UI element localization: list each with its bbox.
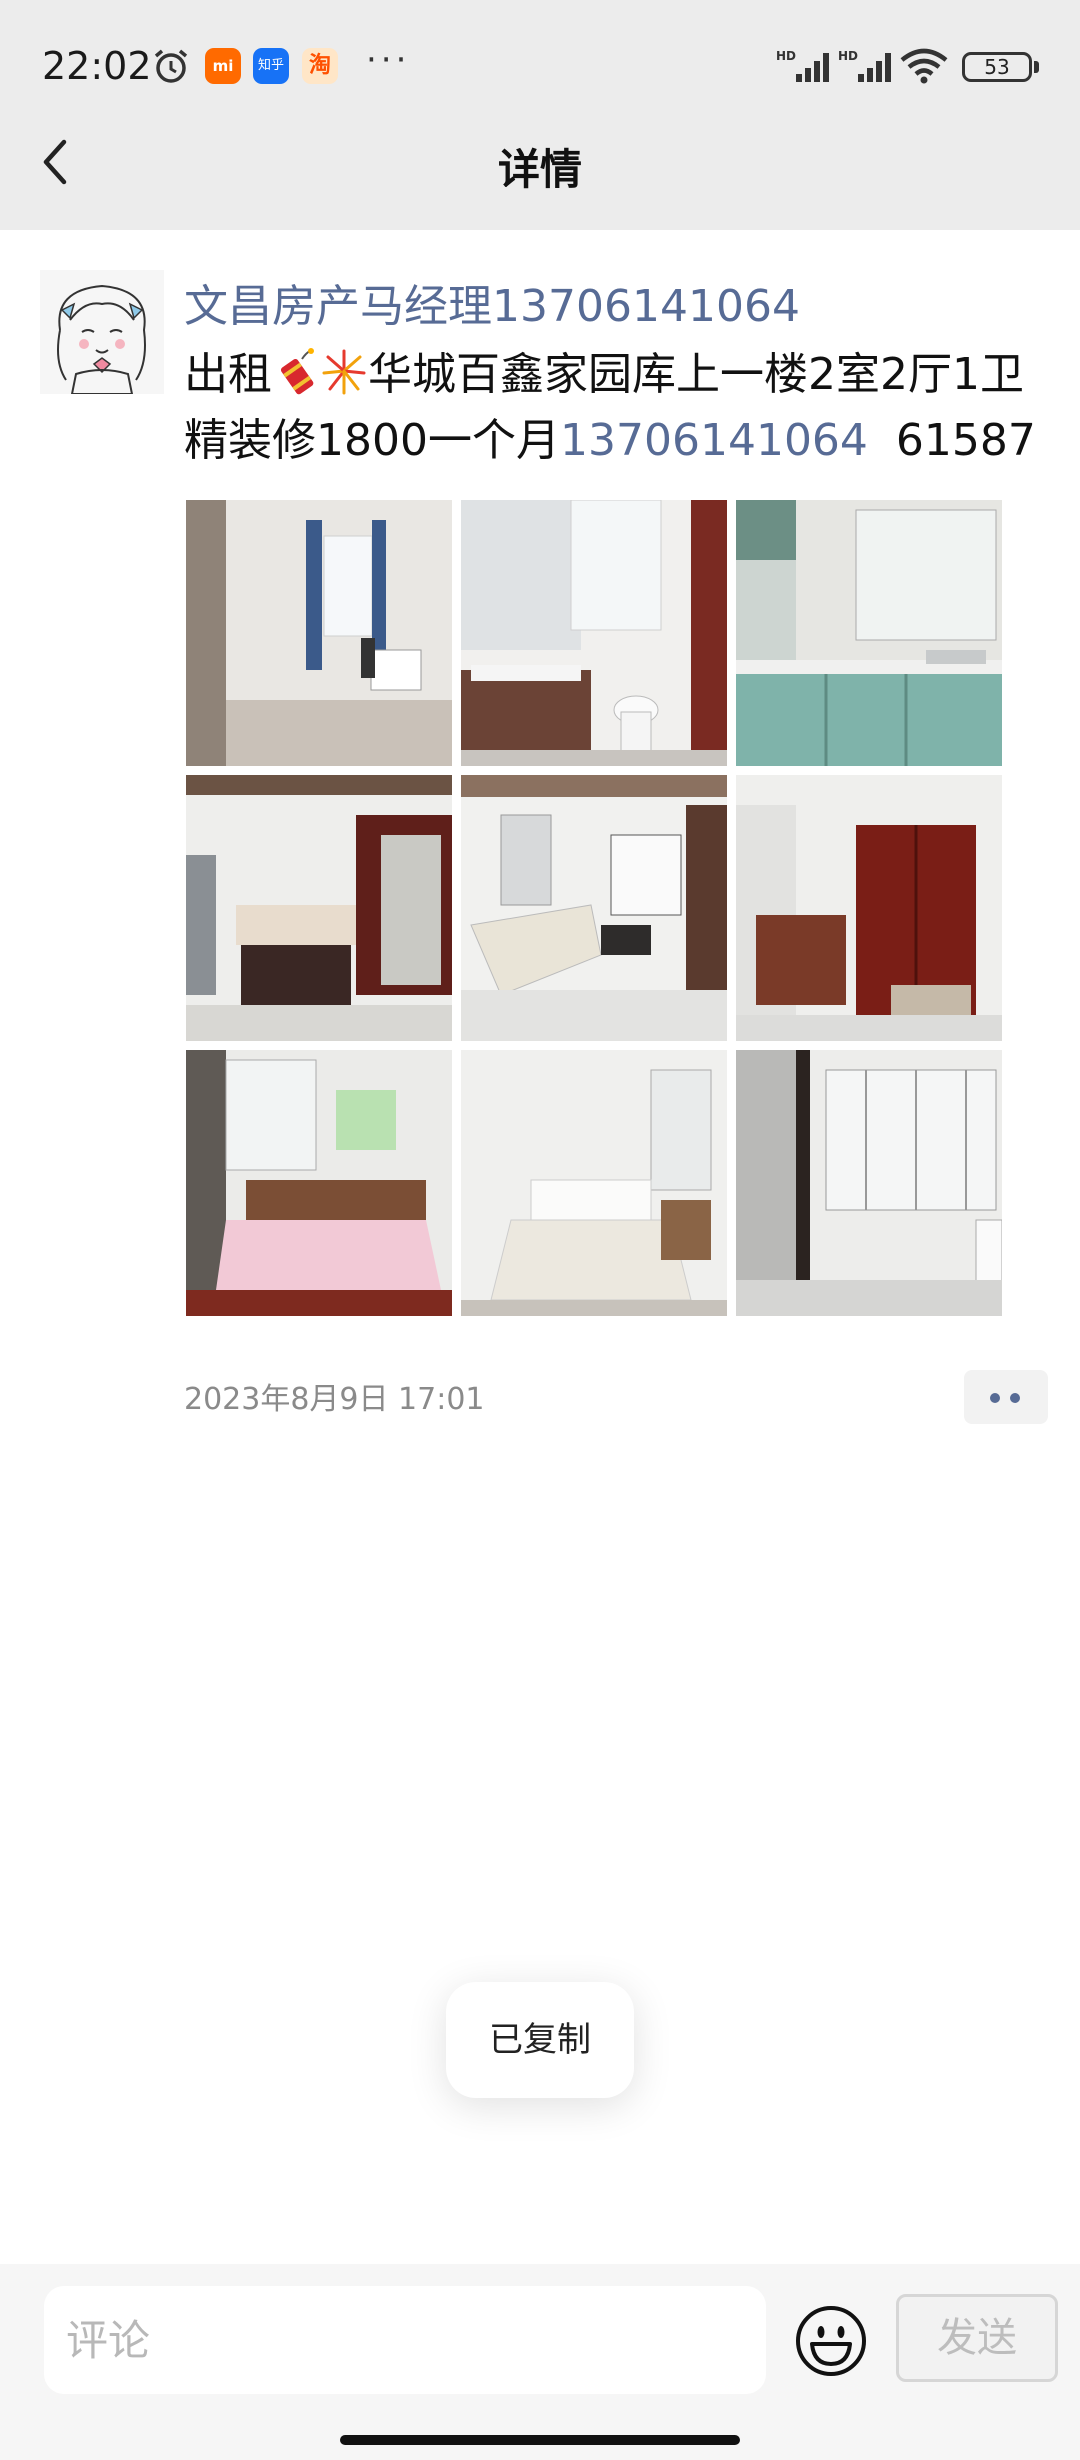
svg-text:HD: HD — [776, 49, 796, 63]
status-time: 22:02 — [42, 44, 152, 88]
alarm-icon — [154, 49, 188, 83]
hallway-door-photo[interactable] — [736, 775, 1002, 1041]
hd-signal-icon: HD — [838, 49, 891, 82]
comment-bar: 发送 — [0, 2264, 1080, 2460]
kitchen-photo[interactable] — [736, 500, 1002, 766]
bedroom-window-photo[interactable] — [186, 500, 452, 766]
post-text-suffix: 61587 — [867, 415, 1036, 466]
fireworks-icon — [322, 349, 366, 395]
copied-toast: 已复制 — [446, 1982, 634, 2098]
avatar-girl-drawing — [40, 270, 164, 394]
top-area: 22:02 mi 知乎 淘 ··· HD HD 53 详情 — [0, 0, 1080, 230]
balcony-washer-photo[interactable] — [736, 1050, 1002, 1316]
more-dot — [990, 1393, 1000, 1403]
smiley-icon[interactable] — [794, 2304, 868, 2378]
svg-text:HD: HD — [838, 49, 858, 63]
status-bar: 22:02 mi 知乎 淘 ··· HD HD 53 — [0, 0, 1080, 135]
page-title: 详情 — [497, 145, 582, 194]
bedroom-white-bed-photo[interactable] — [461, 1050, 727, 1316]
photo-grid — [186, 500, 1004, 1316]
taobao-app-icon: 淘 — [302, 48, 338, 84]
battery-icon: 53 — [962, 52, 1032, 82]
post-content: 出租 华城百鑫家园库上一楼2室2厅1卫精装修1800一个月13706141064… — [184, 342, 1044, 474]
send-button[interactable]: 发送 — [896, 2294, 1058, 2382]
xiaomi-app-icon: mi — [205, 48, 241, 84]
post-timestamp: 2023年8月9日 17:01 — [184, 1382, 485, 1417]
bedroom-pink-bed-photo[interactable] — [186, 1050, 452, 1316]
more-dot — [1010, 1393, 1020, 1403]
battery-tip — [1034, 61, 1039, 73]
wifi-icon — [900, 48, 948, 84]
post-text-prefix: 出租 — [184, 349, 272, 400]
author-name[interactable]: 文昌房产马经理13706141064 — [184, 270, 800, 334]
more-notifications-icon: ··· — [366, 40, 411, 80]
hd-signal-icon: HD — [776, 49, 829, 82]
two-dot-more-icon[interactable] — [964, 1370, 1048, 1424]
firecracker-icon — [280, 348, 314, 395]
bathroom-photo[interactable] — [461, 500, 727, 766]
zhihu-app-icon: 知乎 — [253, 48, 289, 84]
home-indicator[interactable] — [340, 2435, 740, 2445]
avatar[interactable] — [40, 270, 164, 394]
dining-room-photo[interactable] — [186, 775, 452, 1041]
comment-input[interactable] — [44, 2286, 766, 2394]
living-room-photo[interactable] — [461, 775, 727, 1041]
post-phone-link[interactable]: 13706141064 — [560, 415, 868, 466]
